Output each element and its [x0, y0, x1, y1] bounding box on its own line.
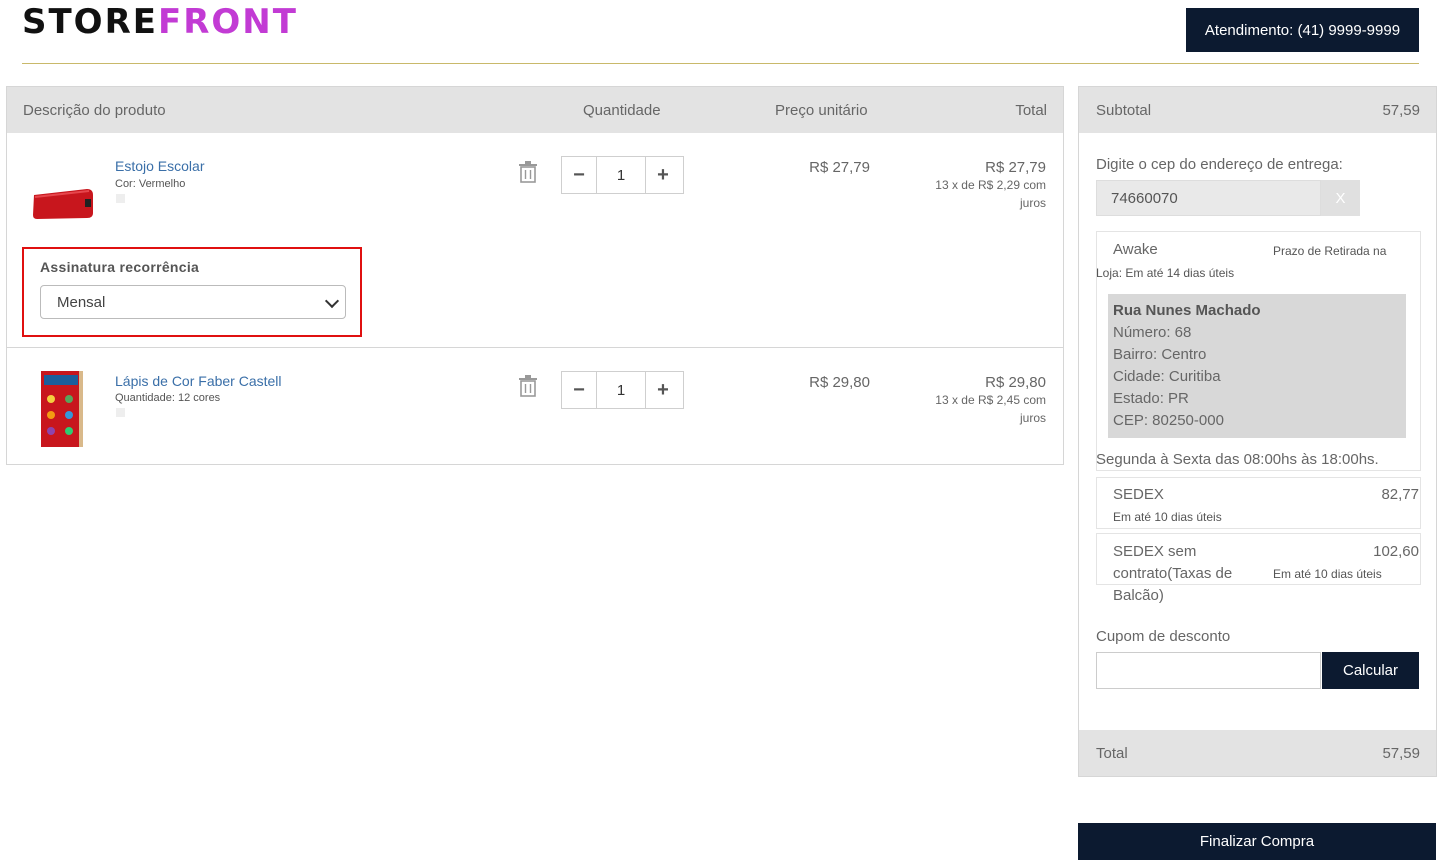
pickup-hours: Segunda à Sexta das 08:00hs às 18:00hs.	[1096, 451, 1379, 468]
unit-price: R$ 29,80	[809, 374, 870, 391]
column-unit-price: Preço unitário	[775, 102, 868, 119]
address-district: Bairro: Centro	[1113, 346, 1207, 363]
calculate-button[interactable]: Calcular	[1322, 652, 1419, 689]
pickup-address: Rua Nunes Machado Número: 68 Bairro: Cen…	[1108, 294, 1406, 438]
product-checkbox[interactable]	[116, 194, 125, 203]
product-attribute: Quantidade: 12 cores	[115, 392, 221, 404]
installments-line: juros	[1019, 196, 1046, 210]
product-attribute: Cor: Vermelho	[115, 178, 186, 190]
cep-input[interactable]: 74660070	[1096, 180, 1321, 216]
cep-label: Digite o cep do endereço de entrega:	[1096, 156, 1343, 173]
shipping-name: Balcão)	[1113, 587, 1164, 604]
logo-text-front: FRONT	[158, 2, 298, 42]
unit-price: R$ 27,79	[809, 159, 870, 176]
shipping-name: contrato(Taxas de	[1113, 565, 1233, 582]
quantity-stepper: − 1 +	[561, 156, 684, 194]
shipping-name: SEDEX	[1113, 486, 1164, 503]
support-button[interactable]: Atendimento: (41) 9999-9999	[1186, 8, 1419, 52]
column-description: Descrição do produto	[23, 102, 166, 119]
item-total-value: R$ 29,80	[985, 374, 1046, 391]
quantity-value[interactable]: 1	[596, 372, 646, 408]
subtotal-row: Subtotal 57,59	[1079, 87, 1436, 133]
clear-cep-button[interactable]: X	[1321, 180, 1360, 216]
recurrence-label: Assinatura recorrência	[40, 259, 200, 275]
cep-value: 74660070	[1111, 189, 1178, 207]
item-total-value: R$ 27,79	[985, 159, 1046, 176]
chevron-down-icon	[324, 293, 340, 309]
pickup-deadline: Prazo de Retirada na	[1273, 244, 1387, 258]
product-image-pencil-case[interactable]	[29, 185, 97, 221]
shipping-eta: Em até 10 dias úteis	[1273, 567, 1382, 581]
trash-icon[interactable]	[518, 375, 538, 397]
coupon-label: Cupom de desconto	[1096, 628, 1231, 645]
total-row: Total 57,59	[1079, 730, 1436, 776]
trash-icon[interactable]	[518, 161, 538, 183]
address-state: Estado: PR	[1113, 390, 1189, 407]
shipping-price: 82,77	[1381, 486, 1419, 503]
product-checkbox[interactable]	[116, 408, 125, 417]
shipping-price: 102,60	[1373, 543, 1419, 560]
installments-line: juros	[1019, 411, 1046, 425]
address-zip: CEP: 80250-000	[1113, 412, 1224, 429]
shipping-eta: Em até 10 dias úteis	[1113, 510, 1222, 524]
quantity-stepper: − 1 +	[561, 371, 684, 409]
row-divider	[7, 347, 1063, 348]
installments-line: 13 x de R$ 2,45 com	[935, 393, 1046, 407]
item-total: R$ 29,80 13 x de R$ 2,45 com juros	[887, 374, 1046, 427]
total-value: 57,59	[1382, 745, 1420, 762]
address-city: Cidade: Curitiba	[1113, 368, 1221, 385]
quantity-value[interactable]: 1	[596, 157, 646, 193]
decrease-quantity-button[interactable]: −	[562, 372, 596, 408]
increase-quantity-button[interactable]: +	[646, 157, 680, 193]
recurrence-section: Assinatura recorrência Mensal	[22, 247, 362, 337]
coupon-input[interactable]	[1096, 652, 1321, 689]
column-quantity: Quantidade	[583, 102, 661, 119]
increase-quantity-button[interactable]: +	[646, 372, 680, 408]
header-divider	[22, 63, 1419, 64]
address-street: Rua Nunes Machado	[1113, 302, 1261, 319]
finalize-purchase-button[interactable]: Finalizar Compra	[1078, 823, 1436, 860]
order-summary: Subtotal 57,59 Digite o cep do endereço …	[1078, 86, 1437, 777]
shipping-name: SEDEX sem	[1113, 543, 1197, 560]
installments-line: 13 x de R$ 2,29 com	[935, 178, 1046, 192]
address-number: Número: 68	[1113, 324, 1192, 341]
recurrence-select[interactable]: Mensal	[40, 285, 346, 319]
subtotal-label: Subtotal	[1096, 102, 1152, 119]
subtotal-value: 57,59	[1382, 102, 1420, 119]
total-label: Total	[1096, 745, 1128, 762]
logo-text-store: STORE	[22, 2, 158, 42]
column-total: Total	[1015, 102, 1047, 119]
product-name-link[interactable]: Estojo Escolar	[115, 158, 204, 174]
pickup-deadline: Loja: Em até 14 dias úteis	[1096, 266, 1235, 280]
decrease-quantity-button[interactable]: −	[562, 157, 596, 193]
cart-table-header: Descrição do produto Quantidade Preço un…	[7, 87, 1063, 133]
storefront-logo[interactable]: STOREFRONT	[22, 5, 298, 39]
product-name-link[interactable]: Lápis de Cor Faber Castell	[115, 373, 282, 389]
product-image-colored-pencils[interactable]	[39, 369, 85, 449]
item-total: R$ 27,79 13 x de R$ 2,29 com juros	[887, 159, 1046, 212]
pickup-name: Awake	[1113, 241, 1158, 258]
recurrence-selected-value: Mensal	[57, 293, 106, 311]
